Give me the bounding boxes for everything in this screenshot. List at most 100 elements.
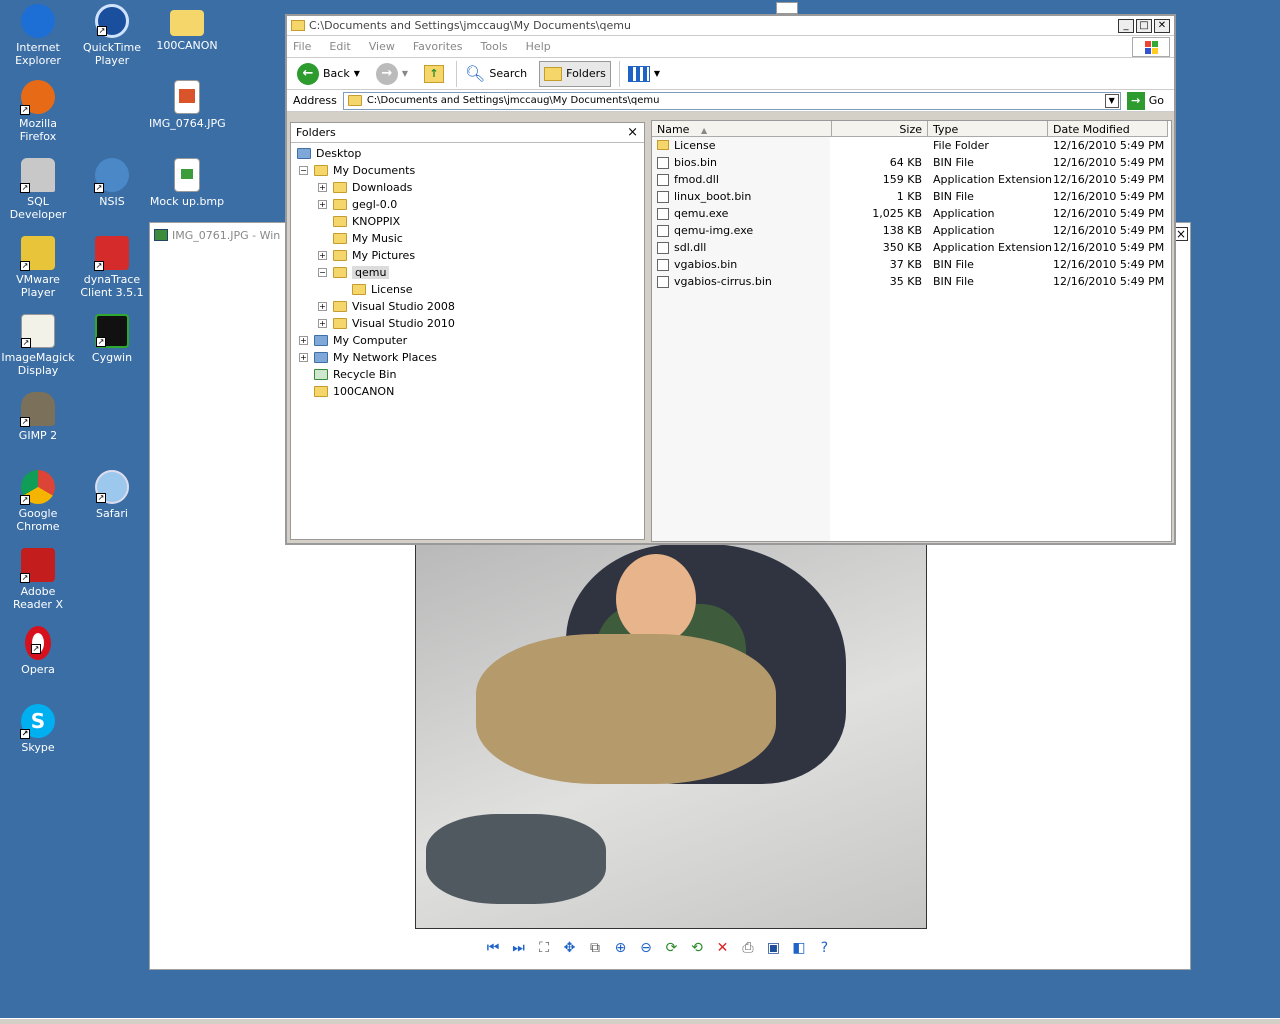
- views-button[interactable]: ▼: [618, 60, 664, 87]
- folders-button[interactable]: Folders: [539, 60, 611, 87]
- column-header-name[interactable]: Name ▲: [652, 121, 832, 137]
- expand-icon[interactable]: +: [299, 353, 308, 362]
- file-row[interactable]: vgabios.bin 37 KB BIN File 12/16/2010 5:49 …: [652, 256, 1171, 273]
- explorer-titlebar[interactable]: C:\Documents and Settings\jmccaug\My Doc…: [287, 16, 1174, 36]
- chevron-down-icon[interactable]: ▼: [654, 69, 660, 78]
- expand-icon[interactable]: +: [318, 183, 327, 192]
- best-fit-icon[interactable]: ⛶: [535, 939, 553, 957]
- tree-item[interactable]: License: [337, 281, 412, 298]
- desktop-icon-cygwin[interactable]: ↗ Cygwin: [74, 314, 150, 364]
- desktop-icon-100canon[interactable]: 100CANON: [149, 4, 225, 52]
- column-header-type[interactable]: Type: [928, 121, 1048, 137]
- tree-item[interactable]: Recycle Bin: [299, 366, 396, 383]
- save-icon[interactable]: ▣: [765, 939, 783, 957]
- menu-help[interactable]: Help: [526, 40, 551, 53]
- chevron-down-icon[interactable]: ▼: [402, 69, 408, 78]
- menu-view[interactable]: View: [369, 40, 395, 53]
- desktop-icon-skype[interactable]: S ↗ Skype: [0, 704, 76, 754]
- desktop-icon-chrome[interactable]: ↗ Google Chrome: [0, 470, 76, 533]
- menu-favorites[interactable]: Favorites: [413, 40, 463, 53]
- maximize-button[interactable]: □: [1136, 18, 1152, 33]
- desktop-icon-adobe-reader[interactable]: ↗ Adobe Reader X: [0, 548, 76, 611]
- column-header-size[interactable]: Size: [832, 121, 928, 137]
- tree-item[interactable]: + My Network Places: [299, 349, 437, 366]
- tree-item[interactable]: + My Pictures: [318, 247, 415, 264]
- file-row[interactable]: sdl.dll 350 KB Application Extension 12/16/…: [652, 239, 1171, 256]
- column-header-date[interactable]: Date Modified: [1048, 121, 1168, 137]
- back-button[interactable]: ← Back ▼: [293, 61, 364, 87]
- chevron-down-icon[interactable]: ▼: [354, 69, 360, 78]
- desktop-icon-quicktime[interactable]: ↗ QuickTime Player: [74, 4, 150, 67]
- sql-developer-icon: ↗: [20, 158, 55, 193]
- help-icon[interactable]: ?: [816, 939, 834, 957]
- file-row[interactable]: vgabios-cirrus.bin 35 KB BIN File 12/16/201…: [652, 273, 1171, 290]
- file-row[interactable]: linux_boot.bin 1 KB BIN File 12/16/2010 5:4…: [652, 188, 1171, 205]
- menu-edit[interactable]: Edit: [329, 40, 350, 53]
- expand-icon[interactable]: +: [318, 319, 327, 328]
- rotate-counterclockwise-icon[interactable]: ⟲: [688, 939, 706, 957]
- folders-pane-close-button[interactable]: ×: [627, 125, 638, 140]
- address-dropdown-button[interactable]: ▼: [1104, 93, 1119, 108]
- collapse-icon[interactable]: −: [299, 166, 308, 175]
- collapse-icon[interactable]: −: [318, 268, 327, 277]
- file-row[interactable]: qemu-img.exe 138 KB Application 12/16/2010 …: [652, 222, 1171, 239]
- desktop-icon-opera[interactable]: ↗ Opera: [0, 626, 76, 676]
- menu-file[interactable]: File: [293, 40, 311, 53]
- desktop-icon-gimp[interactable]: ↗ GIMP 2: [0, 392, 76, 442]
- tree-item[interactable]: My Music: [318, 230, 403, 247]
- tree-item[interactable]: KNOPPIX: [318, 213, 400, 230]
- desktop-icon-nsis[interactable]: ↗ NSIS: [74, 158, 150, 208]
- zoom-in-icon[interactable]: ⊕: [612, 939, 630, 957]
- up-folder-icon: ↑: [424, 64, 445, 83]
- search-button[interactable]: 🔍︎ Search: [456, 60, 531, 87]
- minimize-button[interactable]: _: [1118, 18, 1134, 33]
- sort-ascending-icon: ▲: [700, 126, 708, 135]
- desktop-icon-mockup-bmp[interactable]: Mock up.bmp: [149, 158, 225, 208]
- desktop-icon-dynatrace[interactable]: ↗ dynaTrace Client 3.5.1: [74, 236, 150, 299]
- expand-icon[interactable]: +: [318, 200, 327, 209]
- menu-tools[interactable]: Tools: [481, 40, 508, 53]
- expand-icon[interactable]: +: [318, 302, 327, 311]
- desktop-icon-firefox[interactable]: ↗ Mozilla Firefox: [0, 80, 76, 143]
- zoom-out-icon[interactable]: ⊖: [637, 939, 655, 957]
- tree-item[interactable]: + gegl-0.0: [318, 196, 397, 213]
- viewer-close-button[interactable]: ×: [1174, 227, 1188, 241]
- tree-item[interactable]: Desktop: [297, 145, 361, 162]
- desktop-icon-safari[interactable]: ↗ Safari: [74, 470, 150, 520]
- desktop-icon-img0764[interactable]: IMG_0764.JPG: [149, 80, 226, 130]
- file-row[interactable]: License File Folder 12/16/2010 5:49 PM: [652, 137, 1171, 154]
- tree-item[interactable]: − qemu: [318, 264, 390, 281]
- tree-item[interactable]: + Visual Studio 2008: [318, 298, 455, 315]
- go-button[interactable]: → Go: [1126, 91, 1164, 110]
- previous-image-icon[interactable]: ⏮: [484, 939, 502, 957]
- file-row[interactable]: fmod.dll 159 KB Application Extension 12/16…: [652, 171, 1171, 188]
- tree-item[interactable]: + Visual Studio 2010: [318, 315, 455, 332]
- file-row[interactable]: qemu.exe 1,025 KB Application 12/16/2010 5:…: [652, 205, 1171, 222]
- print-icon[interactable]: ⎙: [739, 939, 757, 957]
- expand-icon[interactable]: +: [299, 336, 308, 345]
- partial-desktop-icon[interactable]: [776, 2, 798, 14]
- up-folder-button[interactable]: ↑: [420, 61, 448, 87]
- tree-item[interactable]: − My Documents: [299, 162, 415, 179]
- actual-size-icon[interactable]: ✥: [561, 939, 579, 957]
- file-row[interactable]: bios.bin 64 KB BIN File 12/16/2010 5:49 PM: [652, 154, 1171, 171]
- open-with-icon[interactable]: ◧: [790, 939, 808, 957]
- tree-item[interactable]: + My Computer: [299, 332, 407, 349]
- desktop-icon-sql-developer[interactable]: ↗ SQL Developer: [0, 158, 76, 221]
- explorer-window[interactable]: C:\Documents and Settings\jmccaug\My Doc…: [285, 14, 1176, 545]
- tree-item[interactable]: 100CANON: [299, 383, 394, 400]
- desktop-icon-vmware[interactable]: ↗ VMware Player: [0, 236, 76, 299]
- desktop-icon-imagemagick[interactable]: ↗ ImageMagick Display: [0, 314, 76, 377]
- desktop-icon-internet-explorer[interactable]: Internet Explorer: [0, 4, 76, 67]
- address-input[interactable]: C:\Documents and Settings\jmccaug\My Doc…: [342, 91, 1121, 110]
- forward-button[interactable]: → ▼: [372, 61, 412, 87]
- next-image-icon[interactable]: ⏭: [510, 939, 528, 957]
- slideshow-icon[interactable]: ⧉: [586, 939, 604, 957]
- tree-item[interactable]: + Downloads: [318, 179, 412, 196]
- close-button[interactable]: ✕: [1154, 18, 1170, 33]
- rotate-clockwise-icon[interactable]: ⟳: [663, 939, 681, 957]
- delete-icon[interactable]: ✕: [714, 939, 732, 957]
- expand-icon[interactable]: +: [318, 251, 327, 260]
- folder-icon: [333, 199, 347, 210]
- firefox-icon: ↗: [20, 80, 55, 115]
